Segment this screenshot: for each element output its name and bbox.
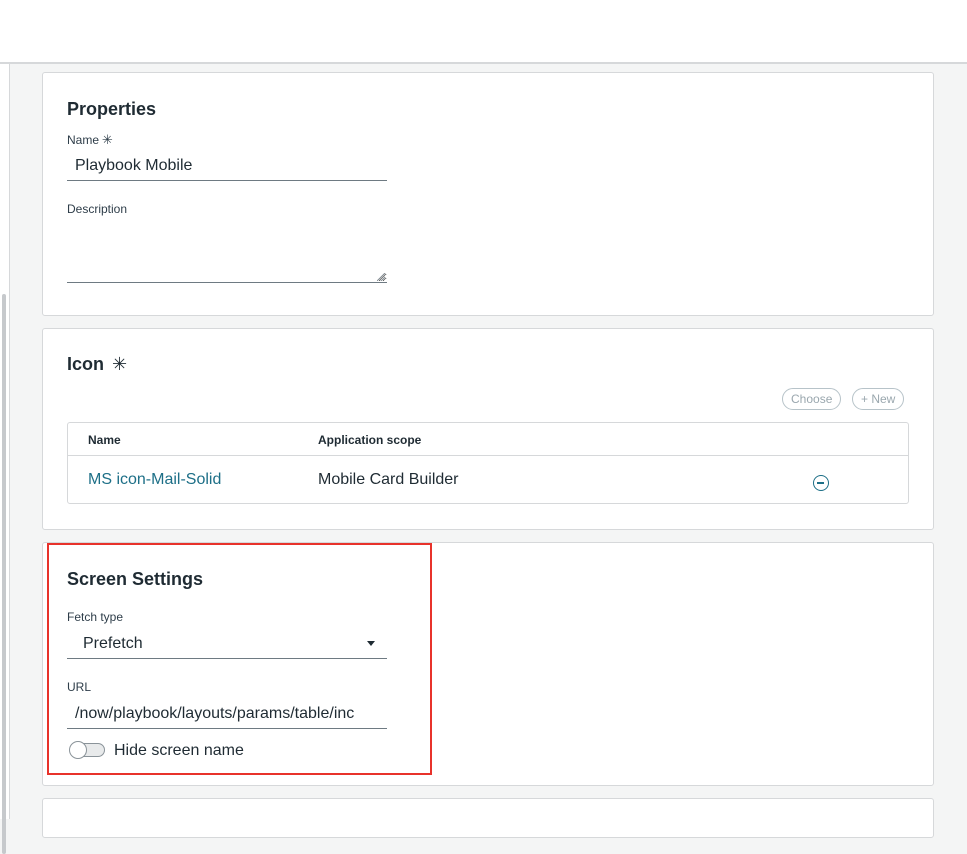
- name-input[interactable]: [67, 151, 387, 181]
- icon-section-title: Icon ✳: [67, 354, 127, 375]
- sidebar-scrollbar[interactable]: [2, 294, 6, 854]
- screen-settings-title: Screen Settings: [67, 569, 204, 589]
- table-divider: [68, 455, 908, 456]
- hide-screen-name-toggle[interactable]: [69, 741, 105, 759]
- remove-minus-icon[interactable]: [813, 475, 829, 491]
- properties-title: Properties: [67, 99, 157, 119]
- required-asterisk-icon: ✳: [102, 132, 113, 147]
- properties-panel: Properties Name✳ Description: [42, 72, 934, 316]
- url-input[interactable]: [67, 699, 387, 729]
- toggle-knob: [69, 741, 87, 759]
- caret-down-icon: [367, 641, 375, 646]
- icon-title-text: Icon: [67, 354, 105, 374]
- column-header-scope[interactable]: Application scope: [318, 433, 421, 447]
- name-label-text: Name: [67, 133, 100, 147]
- description-textarea[interactable]: [67, 217, 387, 283]
- icon-name-link[interactable]: MS icon-Mail-Solid: [88, 471, 221, 489]
- description-wrapper: [67, 217, 387, 283]
- icon-scope-cell: Mobile Card Builder: [318, 471, 459, 488]
- fetch-type-select[interactable]: Prefetch: [67, 629, 387, 659]
- url-label: URL: [67, 680, 92, 694]
- icon-panel: Icon ✳ Choose + New Name Application scop…: [42, 328, 934, 530]
- icon-table: Name Application scope MS icon-Mail-Soli…: [67, 422, 909, 504]
- description-field-label: Description: [67, 202, 128, 216]
- left-sidebar-edge: [0, 64, 10, 854]
- column-header-name[interactable]: Name: [88, 433, 121, 447]
- name-field-label: Name ✳: [67, 132, 113, 148]
- screen-settings-panel: Screen Settings Fetch type Prefetch URL …: [42, 542, 934, 786]
- resize-handle-icon[interactable]: [377, 273, 385, 281]
- next-panel: [42, 798, 934, 838]
- choose-button[interactable]: Choose: [782, 388, 842, 410]
- fetch-type-label: Fetch type: [67, 610, 124, 624]
- top-bar: [0, 0, 967, 64]
- required-asterisk-icon: ✳: [112, 354, 128, 374]
- hide-screen-name-label: Hide screen name: [114, 742, 244, 759]
- fetch-type-value: Prefetch: [83, 635, 143, 652]
- new-button[interactable]: + New: [852, 388, 905, 410]
